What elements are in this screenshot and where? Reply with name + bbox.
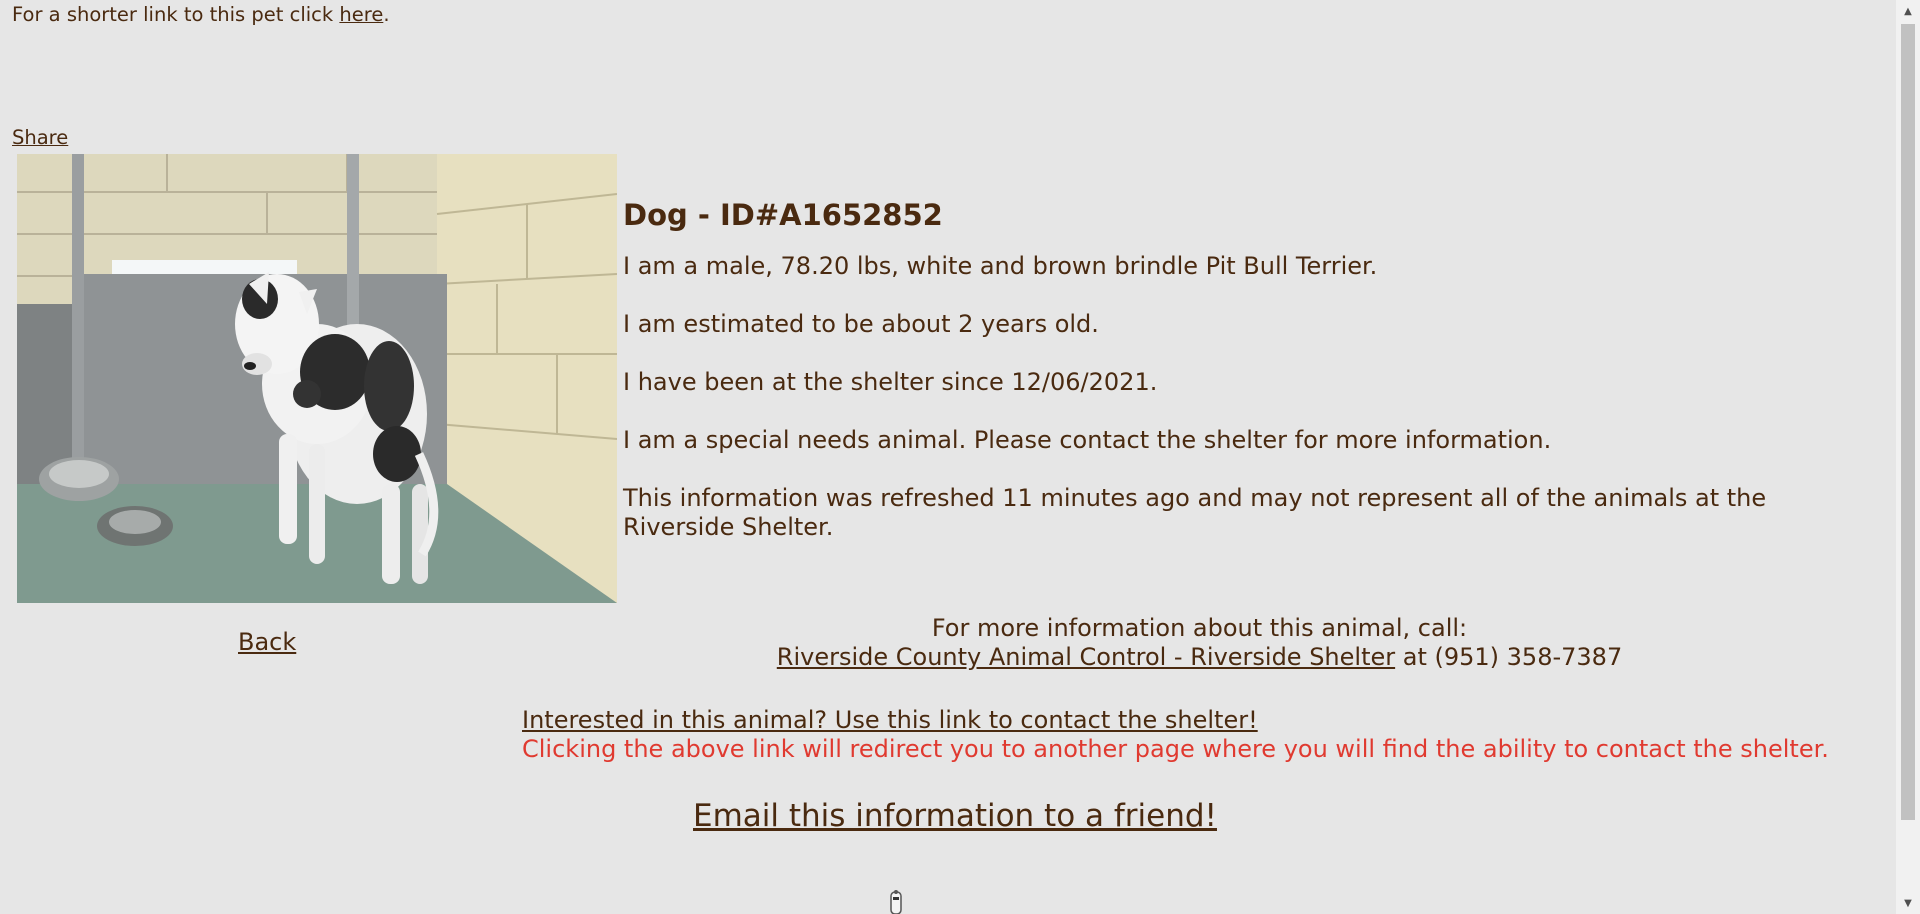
vertical-scrollbar[interactable]: ▲ ▼ bbox=[1896, 0, 1920, 914]
animal-details: Dog - ID#A1652852 I am a male, 78.20 lbs… bbox=[623, 198, 1873, 571]
refresh-note: This information was refreshed 11 minute… bbox=[623, 484, 1767, 541]
shelter-phone: at (951) 358-7387 bbox=[1395, 643, 1623, 671]
shelter-contact-line: Riverside County Animal Control - Rivers… bbox=[620, 643, 1779, 672]
pet-photo bbox=[17, 154, 617, 603]
email-friend-link[interactable]: Email this information to a friend! bbox=[693, 798, 1217, 834]
animal-description: I am a male, 78.20 lbs, white and brown … bbox=[623, 252, 1378, 280]
short-link-prefix: For a shorter link to this pet click bbox=[12, 3, 340, 26]
redirect-note: Clicking the above link will redirect yo… bbox=[522, 735, 1829, 763]
interest-block: Interested in this animal? Use this link… bbox=[522, 706, 1829, 764]
call-info: For more information about this animal, … bbox=[620, 614, 1779, 672]
animal-special-needs: I am a special needs animal. Please cont… bbox=[623, 426, 1552, 454]
contact-shelter-link[interactable]: Interested in this animal? Use this link… bbox=[522, 706, 1258, 734]
share-link[interactable]: Share bbox=[12, 126, 68, 149]
scroll-down-arrow-icon[interactable]: ▼ bbox=[1896, 892, 1920, 914]
pet-detail-page: For a shorter link to this pet click her… bbox=[0, 0, 1896, 914]
shelter-name-link[interactable]: Riverside County Animal Control - Rivers… bbox=[777, 643, 1395, 671]
short-link-line: For a shorter link to this pet click her… bbox=[12, 3, 390, 26]
bottom-widget-icon[interactable] bbox=[887, 888, 905, 914]
scroll-up-arrow-icon[interactable]: ▲ bbox=[1896, 0, 1920, 22]
short-link-suffix: . bbox=[383, 3, 390, 26]
animal-title: Dog - ID#A1652852 bbox=[623, 198, 943, 232]
call-heading: For more information about this animal, … bbox=[931, 614, 1468, 642]
back-link[interactable]: Back bbox=[238, 628, 296, 656]
short-link-here[interactable]: here bbox=[339, 3, 383, 26]
animal-intake-date: I have been at the shelter since 12/06/2… bbox=[623, 368, 1158, 396]
scrollbar-thumb[interactable] bbox=[1901, 24, 1915, 820]
animal-age: I am estimated to be about 2 years old. bbox=[623, 310, 1099, 338]
